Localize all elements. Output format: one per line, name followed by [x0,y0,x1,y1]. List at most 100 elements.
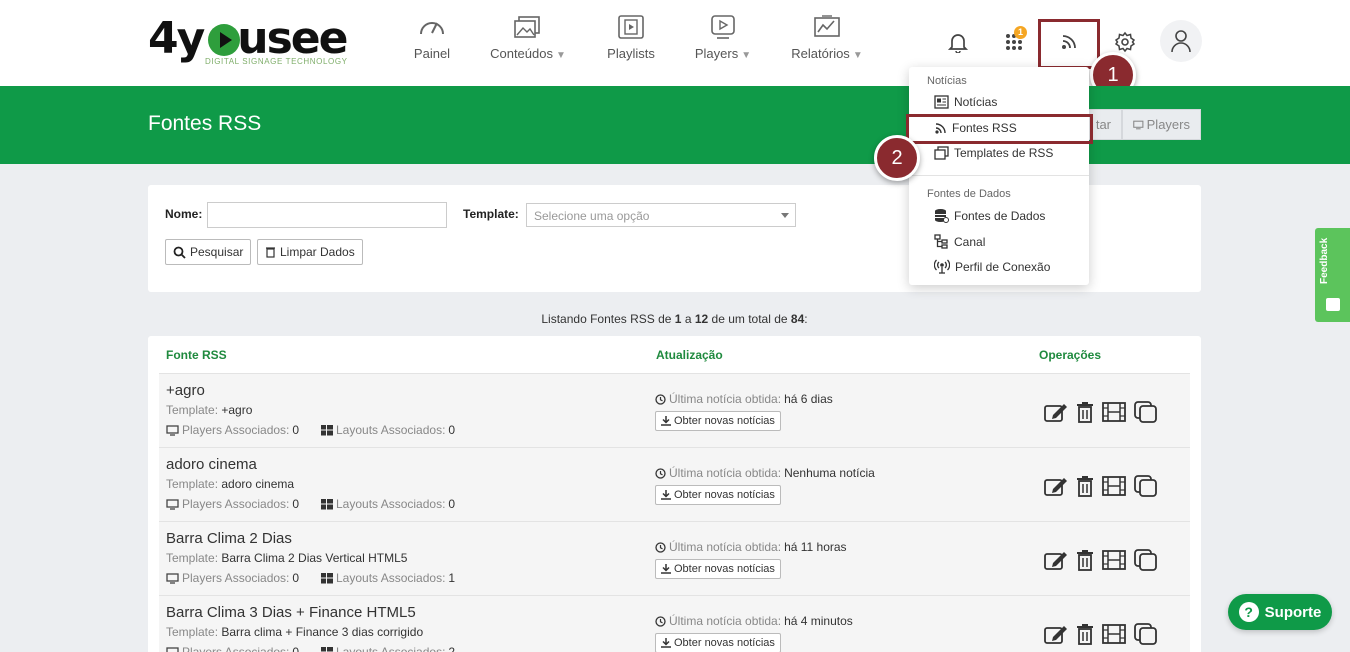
duplicate-icon[interactable] [1133,622,1159,646]
notifications-button[interactable] [938,22,978,62]
name-input[interactable] [207,202,447,228]
report-icon [814,15,840,37]
download-icon [661,416,671,426]
menu-item-label: Templates de RSS [954,146,1054,160]
rss-template: Template: adoro cinema [166,477,295,491]
highlight-rss-button [1038,19,1100,69]
menu-item-canal[interactable]: Canal [934,234,985,249]
trash-icon[interactable] [1075,475,1095,497]
logo-tagline: DIGITAL SIGNAGE TECHNOLOGY [205,57,348,66]
fetch-news-button[interactable]: Obter novas notícias [655,633,781,652]
table-row: Barra Clima 2 Dias Template: Barra Clima… [159,521,1190,595]
gear-icon [1114,31,1136,53]
layouts-count: Layouts Associados: 1 [321,571,455,585]
monitor-icon [166,498,179,510]
header-players-button[interactable]: Players [1122,109,1201,140]
nav-players[interactable]: Players ▼ [692,14,754,70]
layout-grid-icon [321,572,333,583]
search-button[interactable]: Pesquisar [165,239,252,265]
feedback-face-icon [1326,298,1340,311]
duplicate-icon[interactable] [1133,474,1159,498]
listing-summary: Listando Fontes RSS de 1 a 12 de um tota… [541,312,808,326]
page-title: Fontes RSS [148,112,262,135]
download-icon [661,638,671,648]
duplicate-icon[interactable] [1133,548,1159,572]
menu-item-noticias[interactable]: Notícias [934,95,997,109]
monitor-icon [166,424,179,436]
film-icon[interactable] [1101,623,1127,645]
clear-button[interactable]: Limpar Dados [257,239,363,265]
film-icon[interactable] [1101,475,1127,497]
feedback-label: Feedback [1319,237,1330,284]
nav-painel[interactable]: Painel [410,14,454,70]
download-icon [661,564,671,574]
question-icon: ? [1238,602,1259,622]
rss-source-name[interactable]: +agro [166,382,205,399]
fetch-news-button[interactable]: Obter novas notícias [655,485,781,505]
trash-icon[interactable] [1075,549,1095,571]
edit-icon[interactable] [1043,475,1069,497]
duplicate-icon[interactable] [1133,400,1159,424]
film-icon[interactable] [1101,549,1127,571]
nav-playlists[interactable]: Playlists [605,14,657,70]
edit-icon[interactable] [1043,401,1069,423]
last-news: Última notícia obtida: há 4 minutos [655,614,853,628]
nav-label: Conteúdos [490,46,553,61]
apps-button[interactable]: 1 [994,22,1034,62]
logo[interactable]: 4y usee DIGITAL SIGNAGE TECHNOLOGY [148,14,349,70]
chevron-down-icon [781,213,789,218]
playlist-icon [618,15,644,39]
search-icon [173,246,186,259]
rss-dropdown-menu: Notícias Notícias Fontes RSS Templates d… [909,67,1089,285]
bell-icon [947,34,969,53]
nav-label: Painel [413,46,451,61]
rss-source-name[interactable]: Barra Clima 3 Dias + Finance HTML5 [166,604,416,621]
clock-icon [655,467,666,479]
row-operations [1043,400,1159,424]
menu-item-templates-rss[interactable]: Templates de RSS [934,146,1053,160]
play-logo-icon [208,24,240,56]
gauge-icon [420,22,444,35]
support-label: Suporte [1264,603,1322,621]
menu-item-label: Perfil de Conexão [955,259,1051,274]
column-header: Fonte RSS [166,348,227,362]
rss-template: Template: Barra Clima 2 Dias Vertical HT… [166,551,408,565]
trash-icon[interactable] [1075,623,1095,645]
players-count: Players Associados: 0 [166,645,299,652]
template-icon [934,146,949,160]
feedback-tab[interactable]: Feedback [1315,228,1350,322]
template-select[interactable]: Selecione uma opção [526,203,796,227]
clock-icon [655,393,666,405]
row-operations [1043,622,1159,646]
fetch-news-button[interactable]: Obter novas notícias [655,559,781,579]
menu-item-perfil-conexao[interactable]: Perfil de Conexão [934,259,1050,274]
edit-icon[interactable] [1043,549,1069,571]
rss-source-name[interactable]: adoro cinema [166,456,257,473]
players-count: Players Associados: 0 [166,497,299,511]
menu-item-label: Notícias [954,95,998,109]
dropdown-section-data: Fontes de Dados [927,188,1011,200]
clock-icon [655,615,666,627]
film-icon[interactable] [1101,401,1127,423]
layouts-count: Layouts Associados: 0 [321,423,455,437]
download-icon [661,490,671,500]
support-button[interactable]: ? Suporte [1228,594,1332,630]
name-label: Nome: [165,207,203,221]
layout-grid-icon [321,498,333,509]
header-actions: tar Players [1076,109,1201,140]
fetch-news-button[interactable]: Obter novas notícias [655,411,781,431]
database-icon [935,209,949,223]
user-avatar[interactable] [1160,20,1202,62]
trash-icon[interactable] [1075,401,1095,423]
nav-conteudos[interactable]: Conteúdos ▼ [486,14,570,70]
search-button-label: Pesquisar [190,245,244,259]
rss-source-name[interactable]: Barra Clima 2 Dias [166,530,292,547]
menu-item-fontes-dados[interactable]: Fontes de Dados [934,208,1045,223]
nav-relatorios[interactable]: Relatórios ▼ [789,14,865,70]
layouts-count: Layouts Associados: 2 [321,645,455,652]
rss-table: Fonte RSS Atualização Operações +agro Te… [148,336,1201,652]
edit-icon[interactable] [1043,623,1069,645]
column-header: Operações [1039,348,1102,362]
nav-label: Players [694,46,739,61]
player-icon [711,15,735,39]
